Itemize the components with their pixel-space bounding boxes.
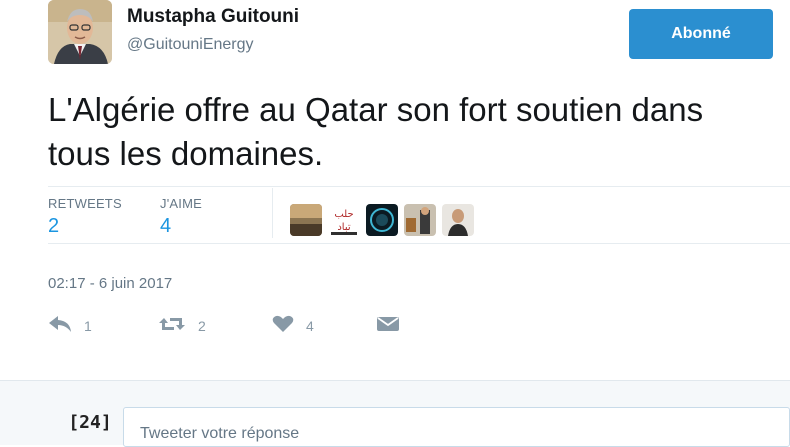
retweets-stat[interactable]: RETWEETS 2 [48, 196, 122, 238]
svg-text:حلب: حلب [334, 209, 353, 220]
retweet-action[interactable]: 2 [158, 315, 206, 336]
liker-avatar-5[interactable] [442, 204, 474, 236]
svg-text:تباد: تباد [337, 222, 351, 233]
stats-separator [272, 188, 273, 238]
heart-icon [272, 315, 294, 336]
display-name[interactable]: Mustapha Guitouni [127, 6, 299, 28]
liker-avatar-4[interactable] [404, 204, 436, 236]
stats-top-divider [48, 186, 790, 187]
retweet-icon [158, 315, 186, 336]
tweet-card: Mustapha Guitouni @GuitouniEnergy Abonné… [0, 0, 790, 380]
direct-message-action[interactable] [376, 315, 400, 336]
likes-stat[interactable]: J'AIME 4 [160, 196, 202, 238]
liker-avatar-3[interactable] [366, 204, 398, 236]
reply-count: 1 [84, 317, 92, 334]
liker-avatar-2[interactable]: حلب تباد [328, 204, 360, 236]
liker-avatars: حلب تباد [290, 204, 474, 236]
reply-icon [48, 315, 72, 336]
like-action[interactable]: 4 [272, 315, 314, 336]
follow-button[interactable]: Abonné [629, 9, 773, 59]
username-handle[interactable]: @GuitouniEnergy [127, 36, 254, 54]
current-user-avatar: [24] [68, 412, 112, 433]
tweet-text: L'Algérie offre au Qatar son fort soutie… [48, 88, 790, 172]
profile-avatar[interactable] [48, 0, 112, 64]
retweets-count: 2 [48, 215, 60, 237]
envelope-icon [376, 315, 400, 336]
liker-avatar-1[interactable] [290, 204, 322, 236]
retweets-label: RETWEETS [48, 196, 122, 211]
likes-label: J'AIME [160, 196, 202, 211]
likes-count: 4 [160, 215, 172, 237]
tweet-timestamp[interactable]: 02:17 - 6 juin 2017 [48, 275, 172, 292]
retweet-count: 2 [198, 317, 206, 334]
reply-input[interactable] [123, 407, 790, 447]
stats-bottom-divider [48, 243, 790, 244]
tweet-text-line-1: L'Algérie offre au Qatar son fort soutie… [48, 91, 704, 128]
tweet-text-line-2: tous les domaines. [48, 135, 324, 172]
like-count: 4 [306, 317, 314, 334]
reply-action[interactable]: 1 [48, 315, 92, 336]
